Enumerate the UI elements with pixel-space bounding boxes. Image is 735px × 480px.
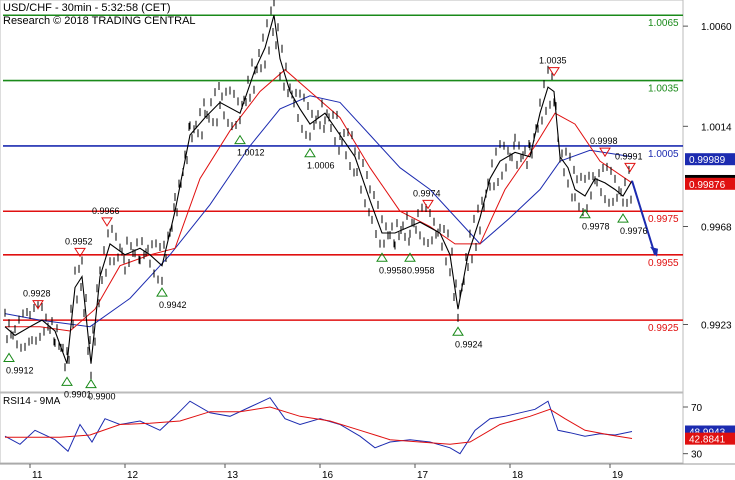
rsi-line	[4, 397, 633, 455]
peak-marker	[624, 162, 636, 173]
x-tick-label: 17	[417, 470, 429, 480]
peak-label: 0.9974	[413, 188, 441, 198]
trough-marker	[452, 326, 464, 336]
price-y-tick-label: 0.9968	[701, 222, 732, 233]
trough-label: 0.9942	[159, 300, 187, 310]
price-y-tick-label: 1.0014	[701, 122, 732, 133]
peak-label: 0.9966	[92, 206, 120, 216]
rsi-value-box-label: 42.8841	[689, 435, 726, 446]
x-tick-label: 11	[32, 470, 43, 480]
price-level-label: 0.9955	[648, 258, 679, 269]
price-level-label: 1.0065	[648, 18, 679, 29]
peak-marker	[548, 67, 560, 77]
price-line	[4, 15, 633, 364]
x-tick-label: 16	[322, 470, 334, 480]
trough-marker	[156, 287, 168, 297]
peak-marker	[101, 217, 113, 227]
peak-label: 0.9928	[23, 289, 51, 299]
peak-label: 1.0035	[539, 56, 567, 66]
trough-label: 0.9912	[6, 365, 34, 375]
price-y-tick-label: 1.0060	[701, 22, 732, 33]
price-value-box-label: 0.99989	[689, 155, 726, 166]
price-level-label: 0.9975	[648, 214, 679, 225]
rsi-y-tick-label: 30	[691, 450, 703, 461]
price-level-label: 0.9925	[648, 323, 679, 334]
chart-root: USD/CHF - 30min - 5:32:58 (CET) Research…	[0, 0, 735, 480]
peak-label: 0.9991	[615, 151, 643, 161]
x-tick-label: 18	[512, 470, 524, 480]
trough-marker	[304, 147, 316, 158]
trough-label: 1.0012	[237, 148, 265, 158]
rsi-ma-line	[5, 406, 633, 445]
rsi-title: RSI14 - 9MA	[3, 396, 61, 407]
trough-marker	[3, 352, 15, 362]
trough-label: 1.0006	[307, 161, 335, 171]
trough-marker	[617, 213, 629, 223]
peak-label: 0.9998	[590, 136, 618, 146]
trough-label: 0.9978	[582, 222, 610, 232]
trough-label: 0.9900	[88, 392, 116, 402]
x-tick-label: 13	[227, 470, 239, 480]
rsi-y-tick-label: 70	[691, 403, 703, 414]
chart-svg: 1.0060 1.0014 0.9968 0.9923 1.0065 1.0035 1.00…	[0, 0, 735, 480]
price-sma-fast-line	[5, 69, 633, 332]
x-tick-label: 19	[612, 470, 624, 480]
trough-label: 0.9924	[455, 339, 483, 349]
trough-marker	[61, 376, 73, 386]
price-y-tick-label: 0.9923	[701, 320, 732, 331]
trough-label: 0.9958	[379, 265, 407, 275]
trough-marker	[234, 134, 246, 145]
trough-label: 0.9976	[620, 226, 648, 236]
trough-marker	[85, 378, 97, 389]
price-level-label: 1.0035	[648, 84, 679, 95]
peak-marker	[422, 199, 434, 210]
price-frame	[0, 0, 684, 393]
peak-label: 0.9952	[65, 236, 93, 246]
price-value-box-label: 0.99876	[689, 180, 726, 191]
price-level-label: 1.0005	[648, 149, 679, 160]
x-tick-label: 12	[127, 470, 139, 480]
trough-label: 0.9958	[407, 265, 435, 275]
